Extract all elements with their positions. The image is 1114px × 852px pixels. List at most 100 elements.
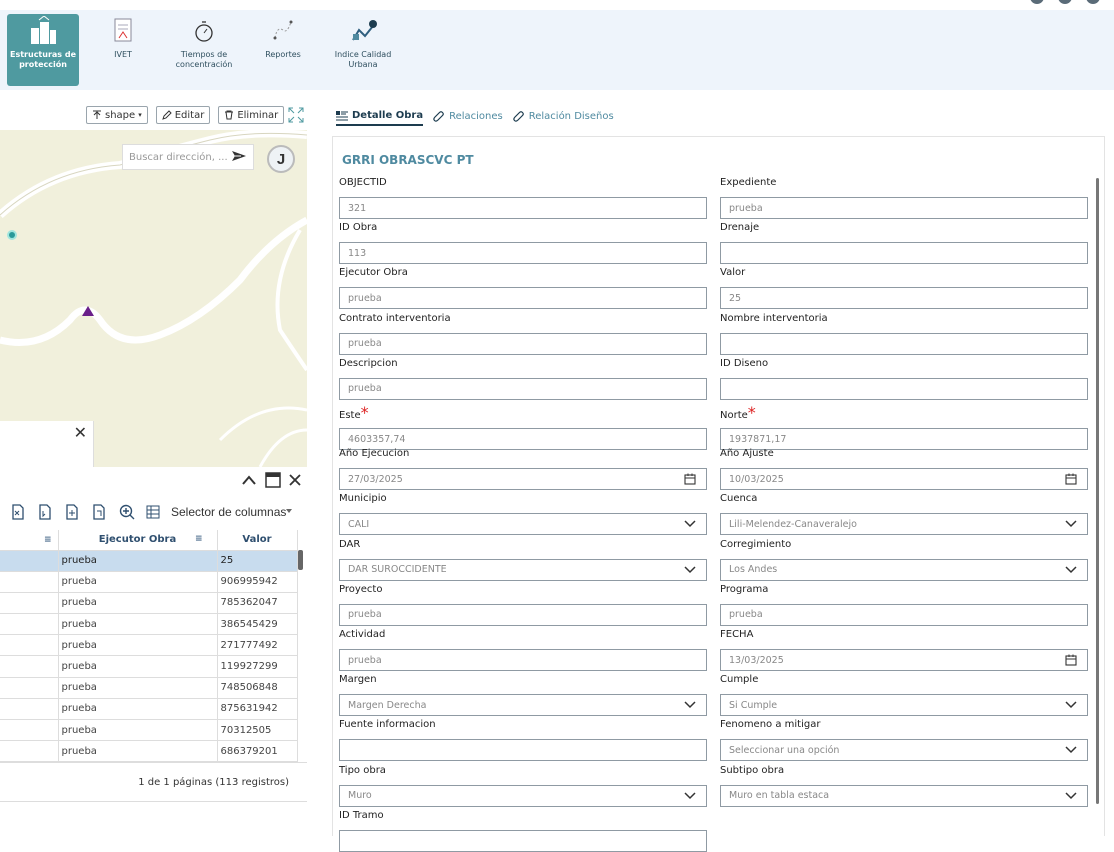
table-scrollbar[interactable] <box>298 550 303 570</box>
tab-label: Relaciones <box>449 111 503 122</box>
date-input[interactable]: 13/03/2025 <box>720 649 1088 671</box>
close-icon[interactable] <box>289 474 301 486</box>
map-view[interactable] <box>0 130 307 467</box>
table-row[interactable]: prueba 119927299 <box>0 655 298 678</box>
delete-button[interactable]: Eliminar <box>218 106 285 124</box>
text-input[interactable]: 4603357,74 <box>339 428 707 450</box>
text-input[interactable] <box>720 242 1088 265</box>
field-value: prueba <box>348 292 382 304</box>
table-row[interactable]: prueba 271777492 <box>0 634 298 657</box>
column-selector[interactable]: Selector de columnas <box>171 505 286 519</box>
toolbar-item-indice[interactable]: Indice Calidad Urbana <box>332 14 394 86</box>
text-input[interactable] <box>339 829 707 852</box>
caret-down-icon[interactable] <box>286 509 292 513</box>
export-shape-icon[interactable] <box>91 504 107 520</box>
fullscreen-icon[interactable] <box>288 107 304 123</box>
select-input[interactable]: Seleccionar una opción <box>720 739 1088 762</box>
tab-relacion-disenos[interactable]: Relación Diseños <box>513 110 614 126</box>
chevron-down-icon[interactable] <box>1065 746 1077 754</box>
user-avatar-button[interactable]: J <box>267 145 295 173</box>
chevron-down-icon[interactable] <box>1065 566 1077 574</box>
text-input[interactable]: prueba <box>339 377 707 400</box>
cell-ejecutor: prueba <box>58 655 218 678</box>
export-pdf-icon[interactable] <box>64 504 80 520</box>
table-row[interactable]: prueba 70312505 <box>0 719 298 742</box>
calendar-icon[interactable] <box>1065 654 1077 666</box>
chevron-down-icon[interactable] <box>684 701 696 709</box>
export-csv-icon[interactable] <box>37 504 53 520</box>
table-row[interactable]: prueba 748506848 <box>0 677 298 699</box>
form-scrollbar[interactable] <box>1096 178 1099 804</box>
text-input[interactable]: 321 <box>339 197 707 219</box>
table-row[interactable]: prueba 785362047 <box>0 592 298 615</box>
column-header-ejecutor[interactable]: Ejecutor Obra ≡ <box>58 530 218 551</box>
chevron-down-icon[interactable] <box>684 520 696 528</box>
text-input[interactable] <box>339 739 707 762</box>
field-margen: Margen Margen Derecha <box>339 674 707 717</box>
address-search-input[interactable]: Buscar dirección, ... <box>122 144 254 170</box>
chevron-down-icon[interactable] <box>1065 520 1077 528</box>
field-value: Muro en tabla estaca <box>729 790 830 802</box>
main-toolbar: Estructuras de protección IVET Tiempos d… <box>0 10 1114 90</box>
text-input[interactable]: prueba <box>720 603 1088 626</box>
table-row[interactable]: prueba 686379201 <box>0 740 298 763</box>
date-input[interactable]: 27/03/2025 <box>339 468 707 491</box>
maximize-icon[interactable] <box>265 472 281 488</box>
select-input[interactable]: Lili-Melendez-Canaveralejo <box>720 513 1088 536</box>
table-row[interactable]: prueba 386545429 <box>0 613 298 636</box>
filter-icon[interactable]: ≡ <box>195 534 203 544</box>
text-input[interactable]: 113 <box>339 242 707 265</box>
paperclip-icon <box>433 110 444 122</box>
column-header[interactable]: ≡ <box>0 530 59 551</box>
help-icon[interactable] <box>1058 0 1072 4</box>
toolbar-item-ivet[interactable]: IVET <box>106 14 140 86</box>
toolbar-item-reportes[interactable]: Reportes <box>261 14 305 86</box>
avatar-initial: J <box>276 150 286 168</box>
tab-relaciones[interactable]: Relaciones <box>433 110 503 126</box>
select-input[interactable]: Si Cumple <box>720 694 1088 717</box>
chevron-down-icon[interactable] <box>684 792 696 800</box>
text-input[interactable]: prueba <box>339 603 707 626</box>
column-header-valor[interactable]: Valor <box>217 530 298 551</box>
text-input[interactable]: prueba <box>339 332 707 355</box>
text-input[interactable]: 1937871,17 <box>720 428 1088 450</box>
table-row[interactable]: prueba 25 <box>0 550 298 572</box>
table-columns-icon[interactable] <box>146 504 162 520</box>
text-input[interactable] <box>720 377 1088 400</box>
select-input[interactable]: Los Andes <box>720 558 1088 581</box>
table-row[interactable]: prueba 875631942 <box>0 698 298 721</box>
text-input[interactable]: prueba <box>720 197 1088 219</box>
chevron-down-icon[interactable] <box>1065 701 1077 709</box>
select-input[interactable]: Margen Derecha <box>339 694 707 717</box>
shape-button[interactable]: shape ▾ <box>86 106 148 124</box>
calendar-icon[interactable] <box>1065 473 1077 485</box>
select-input[interactable]: Muro <box>339 784 707 807</box>
date-input[interactable]: 10/03/2025 <box>720 468 1088 491</box>
table-row[interactable]: prueba 906995942 <box>0 571 298 593</box>
send-arrow-icon[interactable] <box>231 150 247 162</box>
field-value: 25 <box>729 292 742 304</box>
collapse-up-icon[interactable] <box>241 474 257 486</box>
chevron-down-icon[interactable] <box>1065 792 1077 800</box>
text-input[interactable]: 25 <box>720 287 1088 310</box>
tab-detalle-obra[interactable]: Detalle Obra <box>336 110 424 126</box>
app-icon[interactable] <box>1030 0 1044 4</box>
field-label: Norte <box>720 410 748 421</box>
text-input[interactable]: prueba <box>339 287 707 310</box>
text-input[interactable] <box>720 332 1088 355</box>
select-input[interactable]: DAR SUROCCIDENTE <box>339 558 707 581</box>
calendar-icon[interactable] <box>684 473 696 485</box>
toolbar-item-estructuras[interactable]: Estructuras de protección <box>7 14 79 86</box>
select-input[interactable]: Muro en tabla estaca <box>720 784 1088 807</box>
zoom-in-icon[interactable] <box>119 504 135 520</box>
filter-icon[interactable]: ≡ <box>44 535 52 545</box>
edit-button[interactable]: Editar <box>155 106 211 124</box>
select-input[interactable]: CALI <box>339 513 707 536</box>
export-excel-icon[interactable] <box>10 504 26 520</box>
chevron-down-icon[interactable] <box>684 566 696 574</box>
text-input[interactable]: prueba <box>339 649 707 671</box>
user-icon[interactable] <box>1086 0 1100 4</box>
trash-icon <box>225 110 234 120</box>
toolbar-item-tiempos[interactable]: Tiempos de concentración <box>172 14 236 86</box>
close-icon[interactable]: ✕ <box>74 423 87 442</box>
